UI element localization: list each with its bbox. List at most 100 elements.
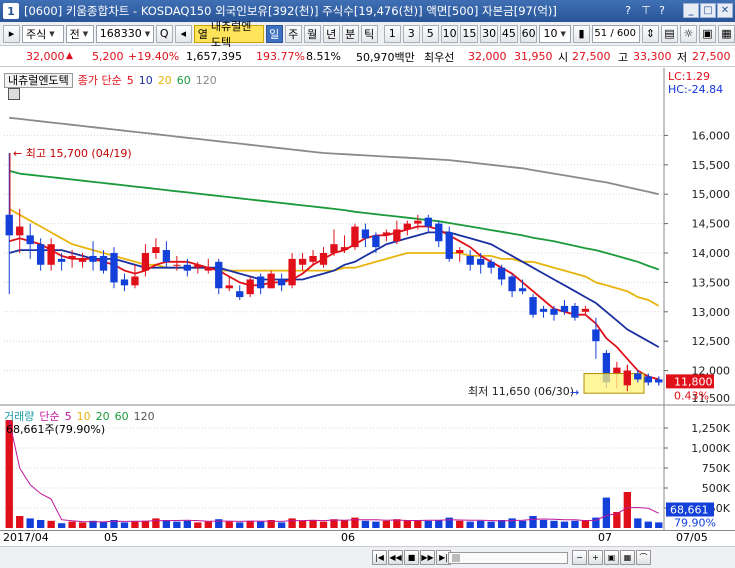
time-label-jul: 07 bbox=[598, 531, 612, 544]
grid-button[interactable]: ▦ bbox=[620, 550, 635, 565]
candle-body bbox=[560, 305, 569, 312]
volume-bar bbox=[183, 520, 191, 528]
volume-bar bbox=[623, 492, 631, 528]
volume-bar bbox=[37, 520, 45, 528]
candle-body bbox=[477, 258, 485, 265]
high-price: 33,300 bbox=[633, 50, 672, 63]
candle-body bbox=[183, 264, 191, 271]
zoom-icon: ▤ bbox=[664, 27, 675, 40]
minute-15[interactable]: 15 bbox=[460, 24, 479, 43]
volume-tick-label: 1,250K bbox=[691, 422, 730, 435]
volume-bar bbox=[194, 522, 202, 528]
candle-body bbox=[351, 226, 359, 248]
legend-ma5: 5 bbox=[126, 73, 134, 87]
sound-button[interactable]: ◂ bbox=[174, 24, 192, 43]
minute-30[interactable]: 30 bbox=[480, 24, 498, 43]
minute-1[interactable]: 1 bbox=[383, 24, 401, 43]
window-title: [0600] 키움종합차트 - KOSDAQ150 외국인보유[392(천)] … bbox=[24, 4, 557, 18]
price-tick-label: 15,000 bbox=[692, 188, 731, 201]
volume-bar bbox=[403, 520, 411, 528]
candle-body bbox=[592, 329, 600, 342]
zoom-in-button[interactable]: + bbox=[588, 550, 603, 565]
last-icon: ▶| bbox=[439, 553, 448, 562]
volume-bar bbox=[68, 521, 76, 528]
next-icon: ▶▶ bbox=[421, 553, 434, 562]
candle-body bbox=[309, 255, 317, 262]
volume-bar bbox=[288, 518, 296, 528]
panel-menu-icon[interactable] bbox=[8, 88, 20, 100]
volume-bar bbox=[162, 520, 171, 528]
minute-45[interactable]: 45 bbox=[499, 24, 518, 43]
navigation-bar: |◀ ◀◀ ■ ▶▶ ▶| − + ▣ ▦ ⌒ bbox=[0, 546, 735, 568]
prev-icon: ◀◀ bbox=[389, 553, 402, 562]
candle-body bbox=[16, 226, 24, 236]
candle-body bbox=[173, 264, 181, 266]
search-button[interactable]: Q bbox=[155, 24, 173, 43]
question-icon[interactable]: ? bbox=[654, 3, 670, 18]
speaker-icon: ◂ bbox=[180, 27, 186, 40]
minute-3[interactable]: 3 bbox=[402, 24, 420, 43]
stop-button[interactable]: ■ bbox=[404, 550, 419, 565]
legend-ma20: 20 bbox=[157, 73, 172, 87]
stock-name-button[interactable]: 열 내츄럴엔도텍 bbox=[193, 20, 264, 49]
prev-button[interactable]: ◀◀ bbox=[388, 550, 403, 565]
volume-bar bbox=[257, 521, 265, 528]
minute-5[interactable]: 5 bbox=[421, 24, 439, 43]
period-day[interactable]: 일 bbox=[265, 24, 283, 43]
close-button[interactable]: ✕ bbox=[717, 3, 733, 18]
save-icon: ▣ bbox=[702, 27, 713, 40]
fit-button[interactable]: ▣ bbox=[604, 550, 619, 565]
ruler-button[interactable]: ⌒ bbox=[636, 550, 651, 565]
market-select[interactable]: 주식 ▼ bbox=[22, 24, 64, 43]
scroll-button[interactable]: ⇕ bbox=[641, 24, 659, 43]
volume-ratio: 193.77% bbox=[256, 50, 305, 63]
scroll-thumb[interactable] bbox=[452, 554, 460, 562]
minimize-button[interactable]: _ bbox=[683, 3, 699, 18]
candle-body bbox=[529, 297, 537, 315]
help-icon[interactable]: ? bbox=[620, 3, 636, 18]
layout-button[interactable]: ▦ bbox=[717, 24, 735, 43]
volume-bar bbox=[539, 520, 548, 528]
save-button[interactable]: ▣ bbox=[698, 24, 716, 43]
maximize-button[interactable]: □ bbox=[700, 3, 716, 18]
time-label-apr: 2017/04 bbox=[3, 531, 49, 544]
candle-body bbox=[518, 288, 527, 292]
period-tick[interactable]: 틱 bbox=[360, 24, 378, 43]
candle-body bbox=[99, 255, 108, 271]
chart-type-button[interactable]: ▮ bbox=[572, 24, 590, 43]
candle-body bbox=[508, 276, 516, 292]
period-year[interactable]: 년 bbox=[322, 24, 340, 43]
minute-60[interactable]: 60 bbox=[519, 24, 538, 43]
scope-select[interactable]: 전 ▼ bbox=[65, 24, 94, 43]
zoom-out-button[interactable]: − bbox=[572, 550, 587, 565]
first-page-button[interactable]: |◀ bbox=[372, 550, 387, 565]
next-button[interactable]: ▶▶ bbox=[420, 550, 435, 565]
candle-body bbox=[89, 255, 97, 262]
chart-scrollbar[interactable] bbox=[448, 552, 568, 564]
volume-bar bbox=[529, 516, 537, 528]
zoom-button[interactable]: ▤ bbox=[660, 24, 678, 43]
price-tick-label: 13,500 bbox=[692, 276, 731, 289]
period-minute[interactable]: 분 bbox=[341, 24, 359, 43]
price-chart-panel[interactable]: 12,000 12,500 13,000 13,500 14,000 14,500 15,0… bbox=[0, 68, 735, 406]
volume-bar bbox=[225, 521, 233, 528]
volume-bar bbox=[466, 521, 474, 528]
candle-body bbox=[655, 379, 663, 383]
interval-select[interactable]: 10 ▼ bbox=[539, 24, 571, 43]
period-month[interactable]: 월 bbox=[303, 24, 321, 43]
current-price-label: 11,800 bbox=[674, 375, 713, 388]
current-pct-label: 0.43% bbox=[674, 389, 709, 402]
trade-amount: 50,970백만 bbox=[356, 50, 415, 64]
chart-menu-button[interactable]: ▸ bbox=[3, 24, 20, 43]
volume-chart-panel[interactable]: 250K 500K 750K 1,000K 1,250K 68,661 79.90% 거래량… bbox=[0, 406, 735, 530]
candle-body bbox=[288, 258, 296, 286]
volume-bar bbox=[508, 518, 516, 528]
minute-10[interactable]: 10 bbox=[440, 24, 459, 43]
stock-code-input[interactable]: 168330 ▼ bbox=[95, 24, 154, 43]
minus-icon: − bbox=[576, 553, 583, 562]
period-week[interactable]: 주 bbox=[284, 24, 302, 43]
lock-icon[interactable]: ⊤ bbox=[638, 3, 654, 18]
candle-body bbox=[37, 244, 45, 265]
settings-button[interactable]: ☼ bbox=[679, 24, 697, 43]
best-bid: 31,950 bbox=[514, 50, 553, 63]
